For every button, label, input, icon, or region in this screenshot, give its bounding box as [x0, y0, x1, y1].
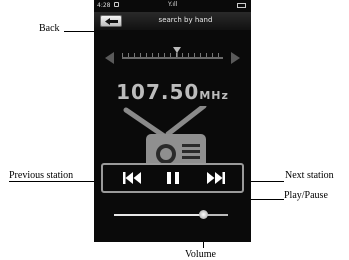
tune-up-arrow-icon[interactable]: [231, 52, 240, 64]
tuner-scale: [122, 57, 223, 59]
callout-volume: Volume: [185, 249, 216, 260]
playback-controls: [101, 163, 244, 193]
radio-icon: [123, 106, 207, 166]
volume-slider[interactable]: [114, 210, 228, 219]
volume-fill: [114, 214, 203, 216]
frequency-unit: MHz: [199, 89, 229, 102]
callout-back: Back: [39, 23, 60, 34]
back-button[interactable]: [100, 15, 122, 27]
battery-icon: [237, 3, 246, 8]
next-station-icon[interactable]: [207, 171, 225, 185]
status-time: 4:28: [97, 2, 111, 9]
page-title: search by hand: [158, 16, 213, 24]
previous-station-icon[interactable]: [123, 171, 141, 185]
signal-indicator: Y.ıll: [168, 1, 178, 8]
frequency-value: 107.50: [116, 80, 200, 104]
tune-down-arrow-icon[interactable]: [105, 52, 114, 64]
play-pause-icon[interactable]: [167, 171, 179, 185]
callout-previous-station: Previous station: [9, 170, 74, 181]
phone-screen: 4:28 Y.ıll search by hand 107.50MHz: [94, 0, 251, 242]
status-bar: 4:28 Y.ıll: [94, 0, 251, 11]
volume-knob[interactable]: [198, 210, 208, 219]
back-arrow-icon: [105, 18, 118, 25]
callout-play-pause-line: [251, 199, 284, 200]
callout-play-pause: Play/Pause: [284, 190, 328, 201]
tuner-needle-icon[interactable]: [173, 47, 181, 57]
callout-next-station: Next station: [285, 170, 334, 181]
title-bar: search by hand: [94, 12, 251, 30]
lock-icon: [114, 2, 119, 7]
tuner-dial[interactable]: [102, 44, 243, 72]
frequency-display: 107.50MHz: [94, 80, 251, 104]
